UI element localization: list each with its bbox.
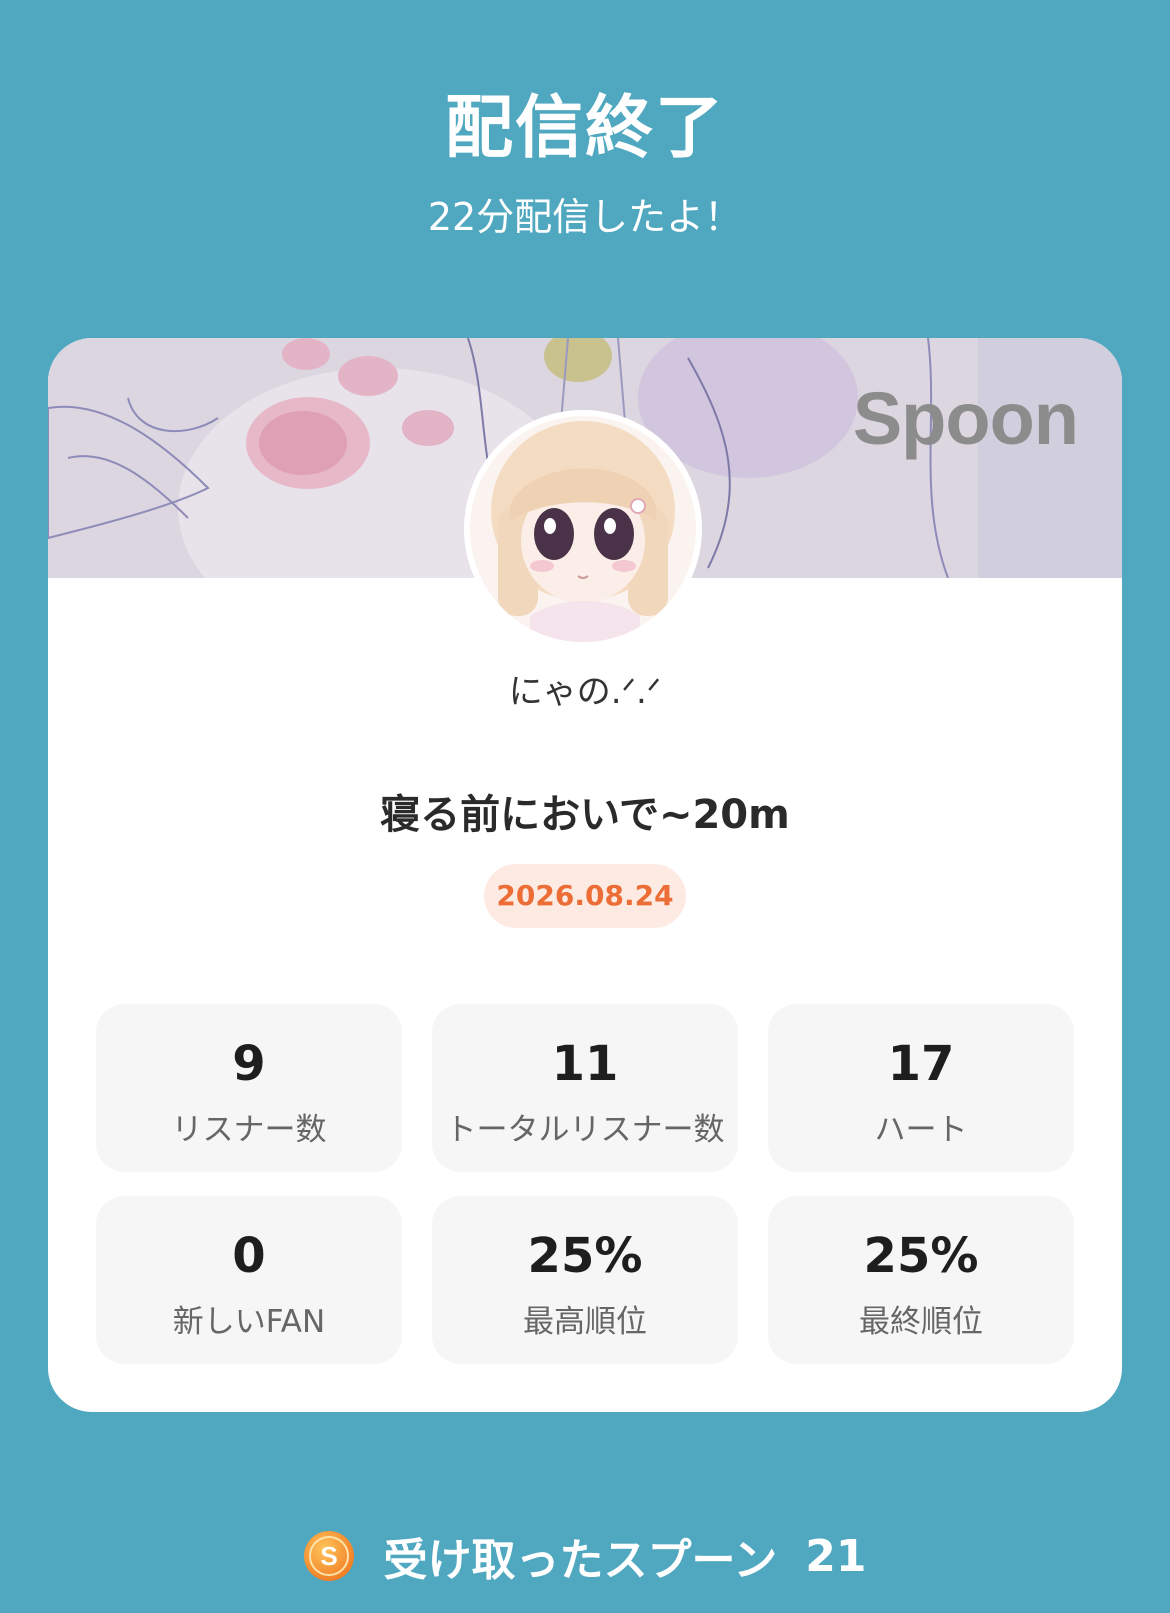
stat-new-fans: 0 新しいFAN (96, 1196, 402, 1364)
received-spoons-count: 21 (805, 1530, 867, 1582)
stat-value: 25% (527, 1228, 643, 1284)
stat-value: 0 (232, 1228, 266, 1284)
stat-label: 最高順位 (523, 1304, 647, 1340)
spoon-logo: Spoon (852, 377, 1079, 460)
stat-label: ハート (874, 1112, 968, 1148)
stat-label: 最終順位 (859, 1304, 983, 1340)
page-title: 配信終了 (444, 89, 725, 168)
username: にゃの.ᐟ.ᐟ (508, 672, 662, 712)
stat-hearts: 17 ハート (768, 1004, 1074, 1172)
result-card: Spoon にゃの.ᐟ.ᐟ 寝る前においで~20m 2026.08.24 9 リ… (48, 338, 1122, 1412)
stat-value: 9 (232, 1036, 266, 1092)
received-spoons-label: 受け取ったスプーン (383, 1535, 778, 1586)
stream-title: 寝る前においで~20m (380, 792, 790, 838)
page-subtitle: 22分配信したよ！ (427, 195, 743, 239)
avatar-illustration (470, 416, 696, 642)
stat-label: 新しいFAN (172, 1304, 326, 1340)
received-spoons: S 受け取ったスプーン 21 (0, 1524, 1170, 1586)
stat-label: トータルリスナー数 (445, 1112, 725, 1148)
avatar[interactable] (464, 410, 702, 648)
stat-value: 11 (551, 1036, 619, 1092)
stat-final-rank: 25% 最終順位 (768, 1196, 1074, 1364)
spoon-coin-icon: S (304, 1531, 355, 1581)
date-badge: 2026.08.24 (484, 864, 686, 928)
stat-highest-rank: 25% 最高順位 (432, 1196, 738, 1364)
stat-value: 25% (863, 1228, 979, 1284)
stat-listeners: 9 リスナー数 (96, 1004, 402, 1172)
svg-text:S: S (321, 1541, 338, 1571)
stat-total-listeners: 11 トータルリスナー数 (432, 1004, 738, 1172)
stat-value: 17 (887, 1036, 955, 1092)
live-end-screen: 配信終了 22分配信したよ！ Spoon にゃの.ᐟ.ᐟ 寝る前においで~20m… (0, 0, 1170, 1613)
stat-label: リスナー数 (171, 1112, 327, 1148)
